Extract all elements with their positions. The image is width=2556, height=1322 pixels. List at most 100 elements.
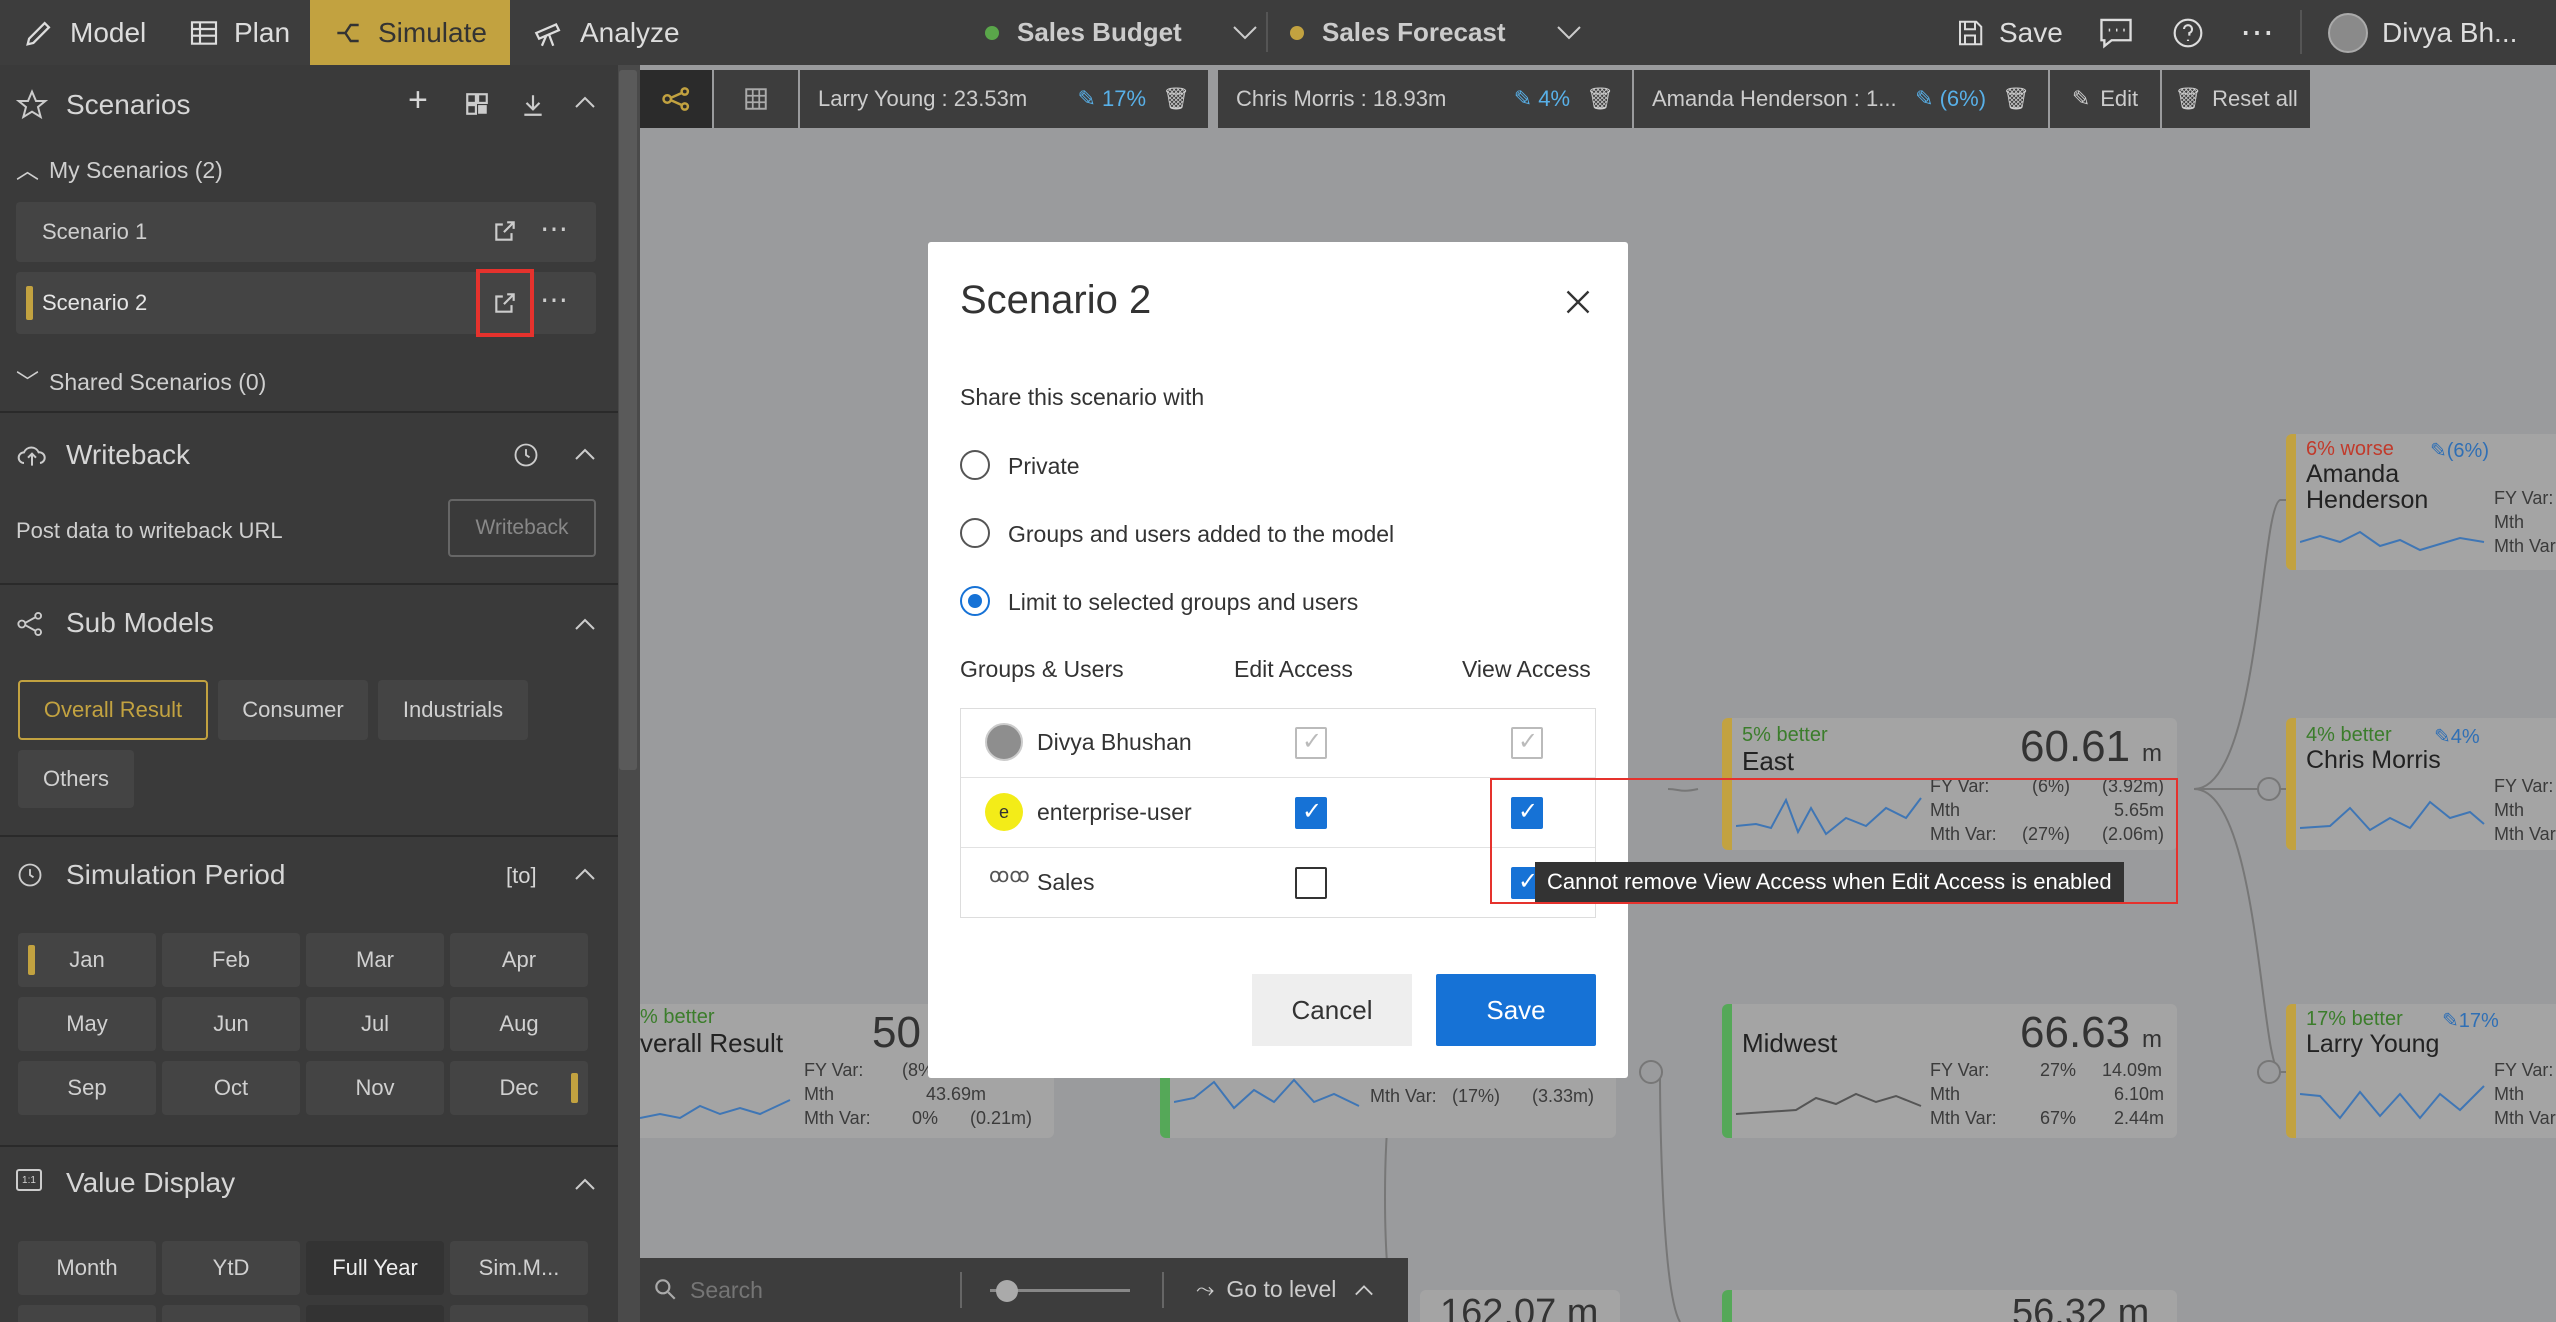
radio-groups-model[interactable] bbox=[960, 518, 990, 548]
submodel-overall-result[interactable]: Overall Result bbox=[18, 680, 208, 740]
radio-limit-selected[interactable] bbox=[960, 586, 990, 616]
add-icon[interactable]: + bbox=[408, 81, 428, 120]
value-sim-month[interactable]: Sim.M... bbox=[450, 1241, 588, 1295]
cancel-button[interactable]: Cancel bbox=[1252, 974, 1412, 1046]
month-aug[interactable]: Aug bbox=[450, 997, 588, 1051]
divider bbox=[960, 1272, 962, 1308]
month-oct[interactable]: Oct bbox=[162, 1061, 300, 1115]
node-card-chris[interactable]: 4% better ✎4% Chris Morris FY Var: Mth M… bbox=[2286, 718, 2556, 850]
scenario-2-item[interactable]: Scenario 2 ⋯ bbox=[16, 269, 596, 337]
save-button[interactable]: Save bbox=[1955, 0, 2063, 65]
month-jul[interactable]: Jul bbox=[306, 997, 444, 1051]
search-input[interactable] bbox=[690, 1270, 940, 1310]
submodel-others[interactable]: Others bbox=[18, 750, 134, 808]
share-icon[interactable] bbox=[492, 290, 518, 316]
edit-access-checkbox[interactable] bbox=[1295, 867, 1327, 899]
chevron-up-icon[interactable] bbox=[574, 95, 596, 109]
download-icon[interactable] bbox=[520, 91, 546, 119]
compare-icon[interactable] bbox=[464, 91, 490, 117]
share-dialog: Scenario 2 Share this scenario with Priv… bbox=[928, 242, 1628, 1078]
chevron-up-icon[interactable] bbox=[574, 867, 596, 881]
scrollbar-thumb[interactable] bbox=[619, 70, 637, 770]
trash-icon[interactable]: 🗑 bbox=[2002, 86, 2030, 112]
month-feb[interactable]: Feb bbox=[162, 933, 300, 987]
submodel-consumer[interactable]: Consumer bbox=[218, 680, 368, 740]
node-card-larry[interactable]: 17% better ✎17% Larry Young FY Var: Mth … bbox=[2286, 1004, 2556, 1138]
shared-scenarios-toggle[interactable]: ﹀ Shared Scenarios (0) bbox=[16, 363, 266, 397]
writeback-button[interactable]: Writeback bbox=[448, 499, 596, 557]
trash-icon[interactable]: 🗑 bbox=[1162, 86, 1190, 112]
zoom-slider-handle[interactable] bbox=[996, 1280, 1018, 1302]
card-accent bbox=[2286, 718, 2296, 850]
chevron-up-icon[interactable] bbox=[574, 447, 596, 461]
my-scenarios-toggle[interactable]: ︿ My Scenarios (2) bbox=[16, 151, 223, 185]
tree-view-button[interactable] bbox=[640, 70, 712, 128]
scenario-1-item[interactable]: Scenario 1 ⋯ bbox=[16, 202, 596, 262]
chevron-up-icon[interactable] bbox=[574, 1177, 596, 1191]
chip-pct: ✎ 4% bbox=[1513, 86, 1571, 111]
node-card-midwest[interactable]: Midwest 66.63 m FY Var: 27% 14.09m Mth 6… bbox=[1722, 1004, 2177, 1138]
help-button[interactable] bbox=[2172, 0, 2218, 65]
value-full-year[interactable]: Full Year bbox=[306, 1241, 444, 1295]
divider bbox=[0, 583, 618, 585]
tab-model[interactable]: Model bbox=[22, 0, 146, 65]
comment-icon-button[interactable] bbox=[2098, 0, 2148, 65]
share-icon[interactable] bbox=[492, 218, 518, 244]
budget-dropdown[interactable]: Sales Budget bbox=[985, 0, 1272, 65]
month-jan[interactable]: Jan bbox=[18, 933, 156, 987]
tab-simulate[interactable]: Simulate bbox=[310, 0, 510, 65]
node-card-partial[interactable]: 56.32 m bbox=[1722, 1290, 2177, 1322]
month-sep[interactable]: Sep bbox=[18, 1061, 156, 1115]
radio-private[interactable] bbox=[960, 450, 990, 480]
month-apr[interactable]: Apr bbox=[450, 933, 588, 987]
month-jun[interactable]: Jun bbox=[162, 997, 300, 1051]
value-option[interactable] bbox=[162, 1305, 300, 1322]
more-icon[interactable]: ⋯ bbox=[2240, 0, 2274, 65]
history-icon[interactable] bbox=[512, 441, 540, 469]
close-icon[interactable] bbox=[1564, 288, 1592, 316]
edit-access-checkbox[interactable]: ✓ bbox=[1295, 797, 1327, 829]
value-option[interactable] bbox=[450, 1305, 588, 1322]
month-mar[interactable]: Mar bbox=[306, 933, 444, 987]
sparkline bbox=[2300, 1085, 2485, 1120]
edit-button[interactable]: ✎ Edit bbox=[2050, 70, 2160, 128]
table-view-button[interactable] bbox=[714, 70, 798, 128]
tab-analyze[interactable]: Analyze bbox=[532, 0, 680, 65]
submodel-industrials[interactable]: Industrials bbox=[378, 680, 528, 740]
month-may[interactable]: May bbox=[18, 997, 156, 1051]
more-icon[interactable]: ⋯ bbox=[540, 283, 568, 316]
edit-access-checkbox[interactable]: ✓ bbox=[1295, 727, 1327, 759]
view-access-checkbox[interactable]: ✓ bbox=[1511, 727, 1543, 759]
value-display-header: 1:1 Value Display bbox=[0, 1163, 618, 1203]
value-ytd[interactable]: YtD bbox=[162, 1241, 300, 1295]
save-button[interactable]: Save bbox=[1436, 974, 1596, 1046]
chevron-up-icon[interactable] bbox=[574, 617, 596, 631]
node-card-amanda[interactable]: 6% worse ✎(6%) Amanda Henderson FY Var: … bbox=[2286, 434, 2556, 570]
more-icon[interactable]: ⋯ bbox=[540, 212, 568, 245]
month-dec[interactable]: Dec bbox=[450, 1061, 588, 1115]
sparkline bbox=[1174, 1078, 1360, 1110]
avatar bbox=[2328, 12, 2368, 53]
trash-icon[interactable]: 🗑 bbox=[1586, 86, 1614, 112]
chip-amanda[interactable]: Amanda Henderson : 1... ✎ (6%) 🗑 bbox=[1634, 70, 2048, 128]
go-to-level-button[interactable]: ⤳ Go to level bbox=[1196, 1276, 1374, 1303]
card-accent bbox=[2286, 434, 2296, 570]
star-icon bbox=[16, 89, 48, 120]
chip-chris[interactable]: Chris Morris : 18.93m ✎ 4% 🗑 bbox=[1218, 70, 1632, 128]
chip-pct: ✎ (6%) bbox=[1915, 86, 1987, 111]
user-menu[interactable]: Divya Bh... bbox=[2328, 0, 2517, 65]
sparkline bbox=[1736, 1092, 1922, 1115]
chip-larry[interactable]: Larry Young : 23.53m ✎ 17% 🗑 bbox=[800, 70, 1208, 128]
value-option[interactable] bbox=[306, 1305, 444, 1322]
override-pct: ✎4% bbox=[2434, 726, 2480, 748]
tree-icon: ⤳ bbox=[1196, 1276, 1215, 1302]
node-card-partial[interactable]: 162.07 m bbox=[1420, 1290, 1620, 1322]
pencil-icon bbox=[26, 20, 51, 46]
cloud-upload-icon bbox=[17, 446, 46, 466]
value-option[interactable] bbox=[18, 1305, 156, 1322]
month-nov[interactable]: Nov bbox=[306, 1061, 444, 1115]
tab-plan[interactable]: Plan bbox=[188, 0, 290, 65]
reset-all-button[interactable]: 🗑 Reset all bbox=[2162, 70, 2310, 128]
value-month[interactable]: Month bbox=[18, 1241, 156, 1295]
forecast-dropdown[interactable]: Sales Forecast bbox=[1290, 0, 1596, 65]
